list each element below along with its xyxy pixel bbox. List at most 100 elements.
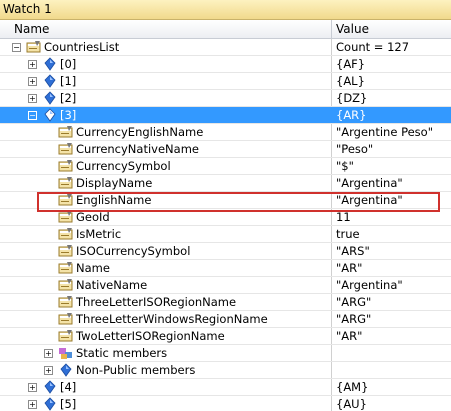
row-name: [4] <box>60 380 77 394</box>
watch-row[interactable]: ThreeLetterISORegionName "ARG" <box>0 294 451 311</box>
object-icon <box>42 57 58 71</box>
row-value[interactable]: Count = 127 <box>336 40 409 54</box>
row-value[interactable]: "ARG" <box>336 312 371 326</box>
row-name: IsMetric <box>76 227 122 241</box>
object-icon <box>42 74 58 88</box>
name-column-header[interactable]: Name <box>14 22 49 36</box>
property-icon <box>58 125 74 139</box>
row-value[interactable]: {AF} <box>336 57 365 71</box>
property-icon <box>58 278 74 292</box>
row-value[interactable]: {AL} <box>336 74 365 88</box>
row-name: TwoLetterISORegionName <box>76 329 225 343</box>
expand-icon[interactable]: + <box>28 77 37 86</box>
watch-row[interactable]: + Static members <box>0 345 451 362</box>
watch-row[interactable]: CurrencySymbol "$" <box>0 158 451 175</box>
row-name: [3] <box>60 108 77 122</box>
value-column-header[interactable]: Value <box>336 22 369 36</box>
watch-tree: − CountriesList Count = 127 + [0] {AF} + [1] {AL… <box>0 39 451 411</box>
row-value[interactable]: {AR} <box>336 108 367 122</box>
watch-row[interactable]: ThreeLetterWindowsRegionName "ARG" <box>0 311 451 328</box>
row-name: [2] <box>60 91 77 105</box>
object-icon <box>42 91 58 105</box>
row-value[interactable]: "Argentina" <box>336 193 403 207</box>
row-name: CurrencyEnglishName <box>76 125 204 139</box>
watch-row[interactable]: − CountriesList Count = 127 <box>0 39 451 56</box>
property-icon <box>26 40 42 54</box>
watch-row[interactable]: CurrencyEnglishName "Argentine Peso" <box>0 124 451 141</box>
expand-icon[interactable]: + <box>28 383 37 392</box>
watch-row[interactable]: Name "AR" <box>0 260 451 277</box>
property-icon <box>58 193 74 207</box>
row-value[interactable]: true <box>336 227 360 241</box>
row-value[interactable]: "Argentina" <box>336 176 403 190</box>
row-name: [5] <box>60 397 77 411</box>
row-value[interactable]: "Peso" <box>336 142 373 156</box>
watch-row[interactable]: + [0] {AF} <box>0 56 451 73</box>
row-name: DisplayName <box>76 176 153 190</box>
watch-row[interactable]: IsMetric true <box>0 226 451 243</box>
property-icon <box>58 261 74 275</box>
watch-row[interactable]: + [4] {AM} <box>0 379 451 396</box>
row-name: Static members <box>76 346 168 360</box>
row-name: CurrencyNativeName <box>76 142 199 156</box>
watch-row[interactable]: + [5] {AU} <box>0 396 451 411</box>
collapse-icon[interactable]: − <box>28 111 37 120</box>
row-name: EnglishName <box>76 193 152 207</box>
property-icon <box>58 142 74 156</box>
row-value[interactable]: {DZ} <box>336 91 367 105</box>
row-name: ThreeLetterWindowsRegionName <box>76 312 268 326</box>
expand-icon[interactable]: + <box>28 60 37 69</box>
row-value[interactable]: 11 <box>336 210 351 224</box>
property-icon <box>58 295 74 309</box>
watch-row[interactable]: + [1] {AL} <box>0 73 451 90</box>
static-members-icon <box>58 346 74 360</box>
column-divider[interactable] <box>331 20 332 39</box>
property-icon <box>58 176 74 190</box>
watch-row[interactable]: − [3] {AR} <box>0 107 451 124</box>
row-name: GeoId <box>76 210 110 224</box>
watch-window-title: Watch 1 <box>0 0 451 20</box>
expand-icon[interactable]: + <box>44 349 53 358</box>
watch-row[interactable]: ISOCurrencySymbol "ARS" <box>0 243 451 260</box>
collapse-icon[interactable]: − <box>12 43 21 52</box>
row-value[interactable]: "ARG" <box>336 295 371 309</box>
expand-icon[interactable]: + <box>44 366 53 375</box>
row-value[interactable]: "Argentine Peso" <box>336 125 433 139</box>
row-name: [0] <box>60 57 77 71</box>
watch-row[interactable]: + Non-Public members <box>0 362 451 379</box>
row-name: CurrencySymbol <box>76 159 171 173</box>
row-value[interactable]: {AU} <box>336 397 367 411</box>
row-value[interactable]: "$" <box>336 159 354 173</box>
row-value[interactable]: "AR" <box>336 329 362 343</box>
row-value[interactable]: "ARS" <box>336 244 370 258</box>
watch-row[interactable]: GeoId 11 <box>0 209 451 226</box>
object-icon <box>42 380 58 394</box>
property-icon <box>58 159 74 173</box>
object-icon <box>58 363 74 377</box>
row-name: [1] <box>60 74 77 88</box>
object-icon <box>42 108 58 122</box>
row-name: Name <box>76 261 110 275</box>
expand-icon[interactable]: + <box>28 94 37 103</box>
property-icon <box>58 210 74 224</box>
row-name: ISOCurrencySymbol <box>76 244 191 258</box>
row-name: ThreeLetterISORegionName <box>76 295 237 309</box>
watch-row[interactable]: CurrencyNativeName "Peso" <box>0 141 451 158</box>
property-icon <box>58 244 74 258</box>
row-name: NativeName <box>76 278 148 292</box>
object-icon <box>42 397 58 411</box>
row-value[interactable]: {AM} <box>336 380 368 394</box>
watch-row[interactable]: NativeName "Argentina" <box>0 277 451 294</box>
watch-row[interactable]: TwoLetterISORegionName "AR" <box>0 328 451 345</box>
property-icon <box>58 312 74 326</box>
expand-icon[interactable]: + <box>28 400 37 409</box>
row-name: CountriesList <box>44 40 120 54</box>
row-value[interactable]: "AR" <box>336 261 362 275</box>
watch-row[interactable]: + [2] {DZ} <box>0 90 451 107</box>
watch-row[interactable]: EnglishName "Argentina" <box>0 192 451 209</box>
property-icon <box>58 329 74 343</box>
watch-row[interactable]: DisplayName "Argentina" <box>0 175 451 192</box>
row-value[interactable]: "Argentina" <box>336 278 403 292</box>
row-name: Non-Public members <box>76 363 196 377</box>
property-icon <box>58 227 74 241</box>
